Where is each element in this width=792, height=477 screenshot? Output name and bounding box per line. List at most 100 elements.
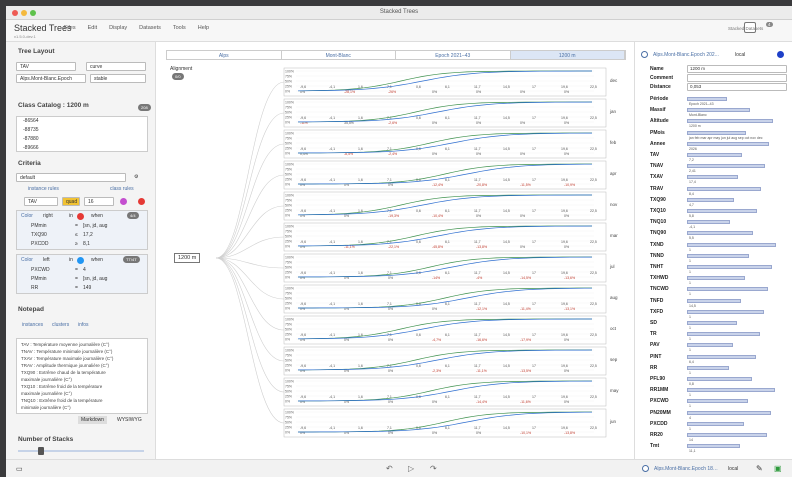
rule1-side[interactable]: right [43,213,53,219]
x-tick-label: 19,6 [561,178,568,182]
settings-gear-icon[interactable]: ⚙ [134,174,138,180]
delta-pct-label: 0% [300,183,305,187]
rule1-attr[interactable]: TXQ90 [31,232,47,238]
y-tick-label: 50% [285,266,292,270]
rule1-red-swatch[interactable] [77,213,84,220]
x-tick-label: -9,6 [300,333,306,337]
stacks-slider-handle[interactable] [38,447,44,455]
notepad-tab-clusters[interactable]: clusters [52,322,69,328]
catalog-item[interactable]: -87880 [23,136,39,142]
x-tick-label: 14,5 [503,395,510,399]
menu-display[interactable]: Display [109,25,127,31]
rule1-attr[interactable]: PMmin [31,223,47,229]
notepad-tab-instances[interactable]: instances [22,322,43,328]
play-icon[interactable]: ▷ [408,464,414,473]
x-tick-label: 1,6 [358,364,363,368]
panel-toggle-icon[interactable]: ▭ [16,465,23,473]
menu-datasets[interactable]: Datasets [139,25,161,31]
dataset-select[interactable]: Alps.Mont-Blanc.Epoch [16,74,86,83]
stable-select[interactable]: stable [90,74,146,83]
curve-select[interactable]: curve [86,62,146,71]
menu-edit[interactable]: Edit [88,25,97,31]
quad-operator[interactable]: quad [62,197,80,206]
stack-panel[interactable]: 100%75%50%25%0%-9,6 -4,1 1,6 7,1 0,6 6,1 11,7 1… [283,408,617,438]
wysiwyg-button[interactable]: WYSIWYG [114,416,145,424]
rule1-val[interactable]: [sn, jd, aug [83,223,107,229]
rule1-val[interactable]: 8,1 [83,241,90,247]
rule2-op: = [75,285,78,291]
inspector-attr-value: 0,8 [689,382,694,386]
delta-pct-label: 0% [388,338,393,342]
markdown-button[interactable]: Markdown [78,416,108,424]
menu-files[interactable]: Files [64,25,76,31]
magenta-color-swatch[interactable] [120,198,127,205]
rule2-val[interactable]: 4 [83,267,86,273]
rule2-val[interactable]: 149 [83,285,91,291]
instance-rules-tab[interactable]: instance rules [28,186,59,192]
tav-select[interactable]: TAV [16,62,76,71]
rule2-val[interactable]: [sn, jd, aug [83,276,107,282]
inspector-attr-label: TNHT [650,264,664,270]
inspector-attr-bar [687,298,741,303]
rule-block-1: Color right in when 4/4 PMmin = [sn, jd, a… [16,210,148,250]
stack-panel[interactable]: 100%75%50%25%0%-9,6 -4,1 1,6 7,1 0,6 6,1 11,7 1… [283,377,619,407]
y-tick-label: 75% [285,137,292,141]
rule2-side[interactable]: left [43,257,50,263]
preset-select[interactable]: default [16,173,126,182]
catalog-item[interactable]: -89666 [23,145,39,151]
inspector-attr-label: Altitude [650,118,669,125]
bottom-dataset-select[interactable]: Alps.Mont-Blanc.Epoch 18… [654,466,718,472]
inspector-field-input[interactable]: 0,053 [687,83,787,91]
delta-pct-label: 0% [344,214,349,218]
notepad-tab-infos[interactable]: infos [78,322,89,328]
tav-value-input[interactable]: 16 [84,197,114,206]
y-tick-label: 50% [285,235,292,239]
stack-panel[interactable]: 100%75%50%25%0%-9,6 -4,1 1,6 7,1 0,6 6,1 11,7 1… [283,67,618,97]
undo-icon[interactable]: ↶ [386,464,393,473]
inspector-field-input[interactable] [687,74,787,82]
edit-pencil-icon[interactable]: ✎ [756,464,763,473]
stack-panel[interactable]: 100%75%50%25%0%-9,6 -4,1 1,6 7,1 0,6 6,1 11,7 1… [283,129,617,159]
panel-frame [283,129,607,159]
rule1-val[interactable]: 17,2 [83,232,93,238]
x-tick-label: 22,5 [590,116,597,120]
stack-panel[interactable]: 100%75%50%25%0%-9,6 -4,1 1,6 7,1 0,6 6,1 11,7 1… [283,346,618,376]
class-rules-tab[interactable]: class rules [110,186,134,192]
x-tick-label: 6,1 [445,364,450,368]
rule1-attr[interactable]: PXCDD [31,241,49,247]
inspector-blue-swatch[interactable] [777,51,784,58]
x-tick-label: 11,7 [474,364,481,368]
stack-panel[interactable]: 100%75%50%25%0%-9,6 -4,1 1,6 7,1 0,6 6,1 11,7 1… [283,160,617,190]
inspector-field-input[interactable]: 1200 m [687,65,787,73]
stack-panel[interactable]: 100%75%50%25%0%-9,6 -4,1 1,6 7,1 0,6 6,1 11,7 1… [283,222,618,252]
catalog-item[interactable]: -86564 [23,118,39,124]
red-color-swatch[interactable] [138,198,145,205]
stack-panel[interactable]: 100%75%50%25%0%-9,6 -4,1 1,6 7,1 0,6 6,1 11,7 1… [283,253,615,283]
x-tick-label: 6,1 [445,85,450,89]
bottom-mode-select[interactable]: local [728,466,738,472]
stacks-slider-track[interactable] [18,450,144,452]
menu-tools[interactable]: Tools [173,25,186,31]
menu-help[interactable]: Help [198,25,209,31]
redo-icon[interactable]: ↷ [430,464,437,473]
notepad-editor[interactable]: TAV : Température moyenne journalière (C… [16,338,148,414]
rule2-attr[interactable]: RR [31,285,38,291]
rule2-attr[interactable]: PXCWD [31,267,50,273]
rule2-in: in [69,257,73,263]
rule2-blue-swatch[interactable] [77,257,84,264]
x-tick-label: 22,5 [590,333,597,337]
stack-panel[interactable]: 100%75%50%25%0%-9,6 -4,1 1,6 7,1 0,6 6,1 11,7 1… [283,191,618,221]
stack-panel[interactable]: 100%75%50%25%0%-9,6 -4,1 1,6 7,1 0,6 6,1 11,7 1… [283,315,617,345]
inspector-dataset-select[interactable]: Alps.Mont-Blanc.Epoch 202... [653,52,719,58]
note-line: maximale journalière (C°) [21,377,72,382]
catalog-item[interactable]: -88735 [23,127,39,133]
delta-pct-label: -17,9% [520,338,531,342]
rule2-attr[interactable]: PMmin [31,276,47,282]
tav-attr-select[interactable]: TAV [24,197,58,206]
inspector-mode-select[interactable]: local [735,52,745,58]
stack-panel[interactable]: 100%75%50%25%0%-9,6 -4,1 1,6 7,1 0,6 6,1 11,7 1… [283,284,618,314]
export-icon[interactable]: ▣ [774,464,782,473]
delta-pct-label: 0% [432,400,437,404]
stack-panel[interactable]: 100%75%50%25%0%-9,6 -4,1 1,6 7,1 0,6 6,1 11,7 1… [283,98,617,128]
inspector-attr-bar [687,276,745,281]
